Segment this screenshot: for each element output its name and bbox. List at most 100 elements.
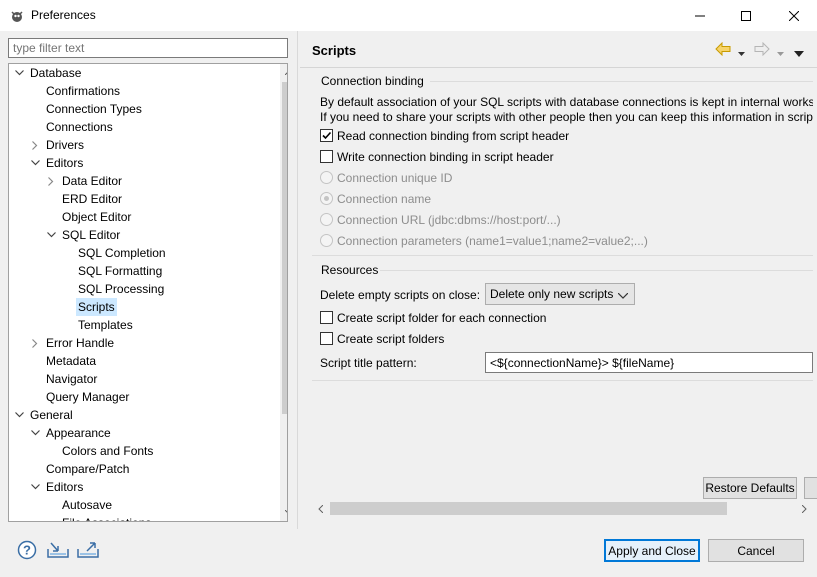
cancel-button[interactable]: Cancel <box>708 539 804 562</box>
radio-connection-name-label: Connection name <box>337 192 432 206</box>
tree-item[interactable]: Database <box>9 64 279 82</box>
binding-description-line1: By default association of your SQL scrip… <box>320 95 813 109</box>
tree-item-label: Drivers <box>46 138 84 152</box>
connection-binding-group-title: Connection binding <box>321 74 424 88</box>
tree-item-label: Metadata <box>46 354 97 368</box>
delete-empty-scripts-label: Delete empty scripts on close: <box>320 288 481 302</box>
view-menu-icon[interactable] <box>794 46 804 60</box>
tree-item-label: General <box>30 408 73 422</box>
group-divider <box>430 81 813 82</box>
tree-item[interactable]: Editors <box>9 154 279 172</box>
tree-item[interactable]: Colors and Fonts <box>9 442 279 460</box>
delete-empty-scripts-select[interactable]: Delete only new scripts <box>485 283 635 305</box>
apply-button-partial[interactable] <box>804 477 817 499</box>
scroll-right-icon[interactable] <box>796 500 813 517</box>
export-icon[interactable] <box>77 541 99 562</box>
back-arrow-icon[interactable] <box>715 41 731 59</box>
back-menu-icon[interactable] <box>738 46 745 60</box>
tree-item[interactable]: SQL Completion <box>9 244 279 262</box>
write-binding-checkbox[interactable] <box>320 150 333 163</box>
tree-item[interactable]: SQL Editor <box>9 226 279 244</box>
checkmark-icon <box>322 131 332 140</box>
script-title-pattern-label: Script title pattern: <box>320 356 417 370</box>
chevron-right-icon[interactable] <box>29 334 41 352</box>
close-icon <box>789 10 799 21</box>
tree-item[interactable]: Error Handle <box>9 334 279 352</box>
chevron-down-icon[interactable] <box>13 64 25 82</box>
chevron-down-icon[interactable] <box>29 424 41 442</box>
chevron-right-icon[interactable] <box>29 136 41 154</box>
help-icon[interactable]: ? <box>17 540 37 563</box>
tree-item-label: Navigator <box>46 372 98 386</box>
footer-separator <box>0 529 817 530</box>
tree-scroll-thumb[interactable] <box>282 82 287 414</box>
chevron-down-icon[interactable] <box>45 226 57 244</box>
tree-item[interactable]: Metadata <box>9 352 279 370</box>
tree-item[interactable]: Connections <box>9 118 279 136</box>
tree-item-label: Object Editor <box>62 210 132 224</box>
folder-per-connection-checkbox[interactable] <box>320 311 333 324</box>
radio-connection-name[interactable] <box>320 192 333 205</box>
tree-item[interactable]: Scripts <box>9 298 279 316</box>
chevron-right-icon[interactable] <box>45 172 57 190</box>
tree-item-label: Autosave <box>62 498 113 512</box>
tree-item[interactable]: Appearance <box>9 424 279 442</box>
tree-item[interactable]: SQL Formatting <box>9 262 279 280</box>
forward-menu-icon[interactable] <box>777 46 784 60</box>
binding-description-line2: If you need to share your scripts with o… <box>320 110 813 124</box>
tree-item[interactable]: Editors <box>9 478 279 496</box>
read-binding-label: Read connection binding from script head… <box>337 129 570 143</box>
tree-item-label: Colors and Fonts <box>62 444 154 458</box>
content-scroll-thumb[interactable] <box>330 502 727 515</box>
filter-input[interactable] <box>8 38 288 58</box>
forward-arrow-icon[interactable] <box>754 41 770 59</box>
tree-item[interactable]: Object Editor <box>9 208 279 226</box>
tree-item-label: Editors <box>46 480 84 494</box>
tree-item[interactable]: File Associations <box>9 514 279 521</box>
restore-defaults-button[interactable]: Restore Defaults <box>703 477 797 499</box>
tree-item-label: Editors <box>46 156 84 170</box>
tree-item[interactable]: SQL Processing <box>9 280 279 298</box>
tree-item-label: Query Manager <box>46 390 130 404</box>
chevron-down-icon <box>617 288 629 302</box>
scroll-left-icon[interactable] <box>312 500 329 517</box>
tree-item[interactable]: Connection Types <box>9 100 279 118</box>
tree-item[interactable]: Templates <box>9 316 279 334</box>
radio-connection-params-label: Connection parameters (name1=value1;name… <box>337 234 648 248</box>
tree-item[interactable]: Confirmations <box>9 82 279 100</box>
read-binding-checkbox[interactable] <box>320 129 333 142</box>
radio-connection-url[interactable] <box>320 213 333 226</box>
tree-item-label: File Associations <box>60 514 153 521</box>
tree-item[interactable]: Data Editor <box>9 172 279 190</box>
tree-item[interactable]: Compare/Patch <box>9 460 279 478</box>
tree-item-label: Scripts <box>76 298 117 316</box>
tree-item[interactable]: ERD Editor <box>9 190 279 208</box>
tree-item[interactable]: Drivers <box>9 136 279 154</box>
maximize-button[interactable] <box>723 0 769 31</box>
tree-item-label: Connection Types <box>46 102 142 116</box>
scroll-down-icon[interactable] <box>280 504 287 521</box>
tree-item[interactable]: Autosave <box>9 496 279 514</box>
tree-item[interactable]: Query Manager <box>9 388 279 406</box>
scroll-up-icon[interactable] <box>280 64 287 81</box>
tree-item[interactable]: Navigator <box>9 370 279 388</box>
radio-connection-unique-id[interactable] <box>320 171 333 184</box>
radio-connection-url-label: Connection URL (jdbc:dbms://host:port/..… <box>337 213 561 227</box>
import-icon[interactable] <box>47 541 69 562</box>
window-title: Preferences <box>31 8 96 22</box>
tree-item-label: Database <box>30 66 82 80</box>
minimize-button[interactable] <box>677 0 723 31</box>
maximize-icon <box>741 10 751 21</box>
tree-item-label: Confirmations <box>46 84 121 98</box>
tree-item[interactable]: General <box>9 406 279 424</box>
tree-item-label: SQL Formatting <box>78 264 163 278</box>
close-window-button[interactable] <box>771 0 817 31</box>
tree-item-label: SQL Completion <box>78 246 166 260</box>
apply-and-close-button[interactable]: Apply and Close <box>604 539 700 562</box>
create-script-folders-checkbox[interactable] <box>320 332 333 345</box>
chevron-down-icon[interactable] <box>29 478 41 496</box>
chevron-down-icon[interactable] <box>29 154 41 172</box>
chevron-down-icon[interactable] <box>13 406 25 424</box>
script-title-pattern-input[interactable] <box>485 352 813 373</box>
radio-connection-params[interactable] <box>320 234 333 247</box>
